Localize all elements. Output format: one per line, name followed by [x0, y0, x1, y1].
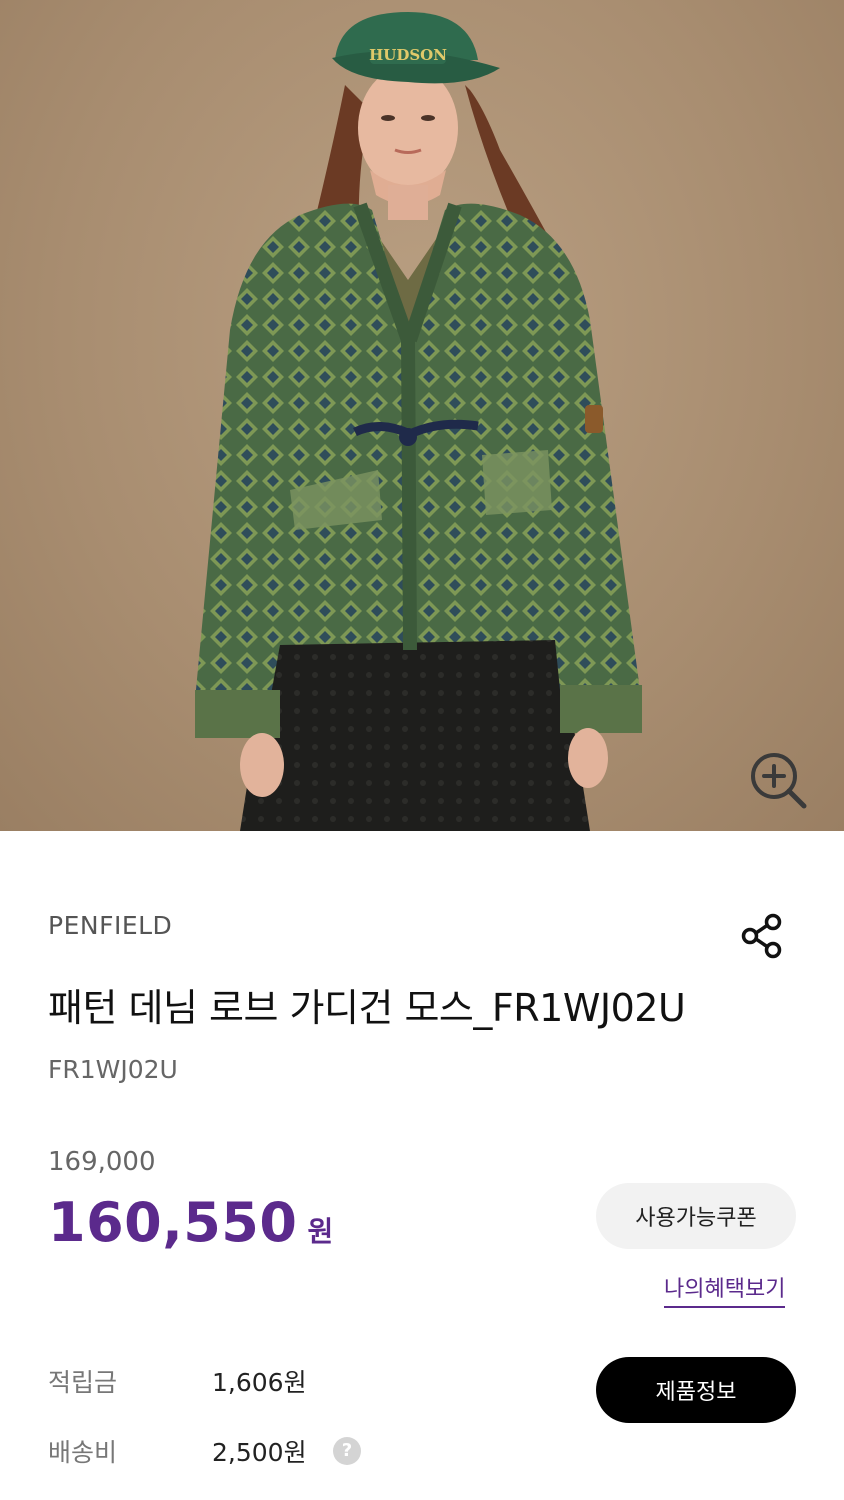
brand-name[interactable]: PENFIELD [48, 911, 172, 940]
zoom-in-button[interactable] [746, 748, 810, 812]
product-title: 패턴 데님 로브 가디건 모스_FR1WJ02U [48, 986, 686, 1030]
shipping-label: 배송비 [48, 1438, 118, 1467]
shipping-value: 2,500원 [212, 1438, 307, 1467]
zoom-in-icon [751, 753, 807, 809]
product-info-button[interactable]: 제품정보 [596, 1357, 796, 1423]
original-price: 169,000 [48, 1147, 156, 1177]
sale-price: 160,550 [48, 1191, 298, 1254]
sale-price-unit: 원 [307, 1215, 334, 1248]
product-image[interactable]: HUDSON [0, 0, 844, 831]
product-info-section: PENFIELD 패턴 데님 로브 가디건 모스_FR1WJ02U FR1WJ0… [0, 831, 844, 1500]
points-label: 적립금 [48, 1368, 118, 1397]
model-illustration: HUDSON [195, 12, 642, 831]
points-value: 1,606원 [212, 1368, 307, 1397]
question-icon[interactable]: ? [333, 1437, 361, 1465]
my-benefits-link[interactable]: 나의혜택보기 [664, 1271, 786, 1308]
product-code: FR1WJ02U [48, 1055, 178, 1084]
available-coupons-button[interactable]: 사용가능쿠폰 [596, 1183, 796, 1249]
sale-price-row: 160,550 원 [48, 1191, 333, 1254]
share-button[interactable] [738, 913, 788, 959]
cap-logo-text: HUDSON [369, 46, 447, 64]
share-icon [741, 913, 782, 959]
